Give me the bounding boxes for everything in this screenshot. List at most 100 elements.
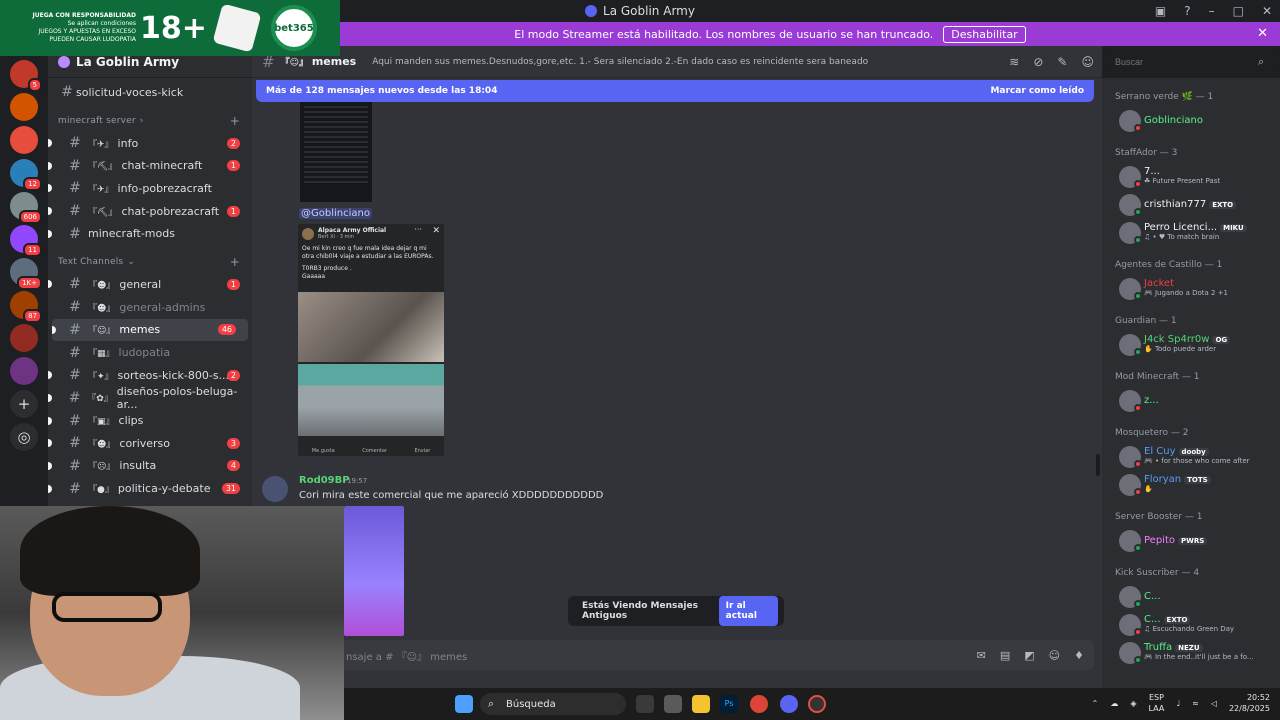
like-label: Me gusta <box>311 448 335 454</box>
channel-item[interactable]: # 『✿』 diseños-polos-beluga-ar... <box>48 384 252 411</box>
member-item[interactable]: J4ck Sp4rr0w OG ✋ Todo puede arder <box>1102 330 1280 358</box>
gif-icon[interactable]: ▤ <box>1000 649 1010 662</box>
member-item[interactable]: Pepito PWRS <box>1102 526 1280 554</box>
disable-streamer-button[interactable]: Deshabilitar <box>943 25 1026 43</box>
sticker-icon[interactable]: ◩ <box>1024 649 1034 662</box>
language-indicator[interactable]: ESP LAA <box>1149 692 1165 714</box>
volume-icon[interactable]: ◁ <box>1211 699 1217 708</box>
streamer-mode-banner: El modo Streamer está habilitado. Los no… <box>260 22 1280 46</box>
windows-start-icon[interactable] <box>455 695 473 713</box>
taskbar-search[interactable]: ⌕ Búsqueda <box>480 693 626 715</box>
channel-item[interactable]: # 『⛏』 chat-pobrezacraft 1 <box>48 200 252 223</box>
member-item[interactable]: C... EXTO ♫ Escuchando Green Day <box>1102 610 1280 638</box>
member-item[interactable]: Perro Licenci... MIKU ♫ • ♥ To match brain <box>1102 218 1280 246</box>
server-icon[interactable] <box>10 93 38 121</box>
user-mention[interactable]: @Goblinciano <box>299 208 372 219</box>
app-icon[interactable] <box>664 695 682 713</box>
message-composer[interactable]: nsaje a # 『☺』 memes ✉ ▤ ◩ ☺ ♦ <box>260 640 1094 670</box>
embedded-image-facebook-post[interactable]: Alpaca Army Official Bert Xi · 3 min ···… <box>298 224 444 456</box>
member-item[interactable]: z... <box>1102 386 1280 414</box>
category-minecraft-server[interactable]: minecraft server › + <box>48 110 252 132</box>
ad-line-4: PUEDEN CAUSAR LUDOPATIA <box>49 36 136 43</box>
channel-item[interactable]: # minecraft-mods <box>48 222 252 245</box>
member-item[interactable]: C... <box>1102 582 1280 610</box>
threads-icon[interactable]: ≋ <box>1009 55 1019 69</box>
clock[interactable]: 20:52 22/8/2025 <box>1229 692 1270 714</box>
member-name-row: C... <box>1144 582 1280 602</box>
member-item[interactable]: Floryan TOTS ✋ <box>1102 470 1280 498</box>
member-item[interactable]: cristhian777 EXTO <box>1102 190 1280 218</box>
notifications-muted-icon[interactable]: ⊘ <box>1033 55 1043 69</box>
member-item[interactable]: Truffa NEZU 🎮 In the end..it'll just be a … <box>1102 638 1280 666</box>
obs-icon[interactable] <box>808 695 826 713</box>
minimize-button[interactable]: – <box>1209 4 1215 18</box>
close-window-button[interactable]: ✕ <box>1262 4 1272 18</box>
security-icon[interactable]: ◈ <box>1130 699 1136 708</box>
member-item[interactable]: Jacket 🎮 Jugando a Dota 2 +1 <box>1102 274 1280 302</box>
category-text-channels[interactable]: Text Channels ⌄ + <box>48 251 252 273</box>
channel-item[interactable]: # 『✈』 info-pobrezacraft <box>48 177 252 200</box>
gift-icon[interactable]: ✉ <box>977 649 986 662</box>
channel-item[interactable]: # 『☺』 memes 46 <box>52 318 248 342</box>
file-explorer-icon[interactable] <box>692 695 710 713</box>
channel-prefix: 『✦』 <box>88 371 114 382</box>
server-icon[interactable] <box>10 357 38 385</box>
help-icon[interactable]: ? <box>1184 4 1190 18</box>
member-list-icon[interactable]: ☺ <box>1081 55 1094 69</box>
photoshop-icon[interactable]: Ps <box>720 695 738 713</box>
add-channel-icon[interactable]: + <box>230 114 240 128</box>
channel-name: diseños-polos-beluga-ar... <box>116 384 238 411</box>
wifi-icon[interactable]: ≈ <box>1192 699 1199 708</box>
close-banner-icon[interactable]: ✕ <box>1257 26 1268 41</box>
discord-icon[interactable] <box>780 695 798 713</box>
search-input[interactable] <box>1108 52 1276 72</box>
member-item[interactable]: El Cuy dooby 🎮 • for those who come after <box>1102 442 1280 470</box>
window-controls: ▣ ? – □ ✕ <box>1155 0 1272 22</box>
member-item[interactable]: Goblinciano <box>1102 106 1280 134</box>
server-icon[interactable]: 87 <box>10 291 42 323</box>
channel-item[interactable]: # 『☻』 coriverso 3 <box>48 432 252 455</box>
channel-item[interactable]: # 『▣』 clips <box>48 409 252 432</box>
channel-item[interactable]: # 『✈』 info 2 <box>48 132 252 155</box>
server-icon[interactable]: 12 <box>10 159 42 191</box>
pin-icon[interactable]: ✎ <box>1057 55 1067 69</box>
task-view-icon[interactable] <box>636 695 654 713</box>
chrome-icon[interactable] <box>750 695 768 713</box>
chat-scrollbar[interactable] <box>1096 454 1100 476</box>
chevron-up-icon[interactable]: ⌃ <box>1092 699 1099 708</box>
maximize-button[interactable]: □ <box>1233 4 1244 18</box>
channel-item[interactable]: # 『☻』 general-admins <box>48 296 252 319</box>
channel-item[interactable]: # 『✦』 sorteos-kick-800-s... 2 <box>48 364 252 387</box>
inbox-icon[interactable]: ▣ <box>1155 4 1166 18</box>
new-messages-bar[interactable]: Más de 128 mensajes nuevos desde las 18:… <box>256 80 1094 102</box>
channel-topic[interactable]: Aqui manden sus memes.Desnudos,gore,etc.… <box>372 57 892 67</box>
member-item[interactable]: 7... ☘ Future Present Past <box>1102 162 1280 190</box>
server-icon[interactable] <box>10 324 38 352</box>
channel-item[interactable]: # 『☹』 insulta 4 <box>48 455 252 478</box>
microphone-icon[interactable]: ♩ <box>1176 699 1180 708</box>
server-icon[interactable]: 5 <box>10 60 42 92</box>
server-icon[interactable] <box>10 126 38 154</box>
server-icon[interactable]: 1K+ <box>10 258 42 290</box>
channel-item[interactable]: # 『⛏』 chat-minecraft 1 <box>48 154 252 177</box>
jump-to-present-button[interactable]: Ir al actual <box>718 596 778 626</box>
channel-item[interactable]: # 『●』 politica-y-debate 31 <box>48 477 252 500</box>
activities-icon[interactable]: ♦ <box>1074 649 1084 662</box>
server-icon[interactable]: 606 <box>10 192 42 224</box>
emoji-icon[interactable]: ☺ <box>1049 649 1060 662</box>
channel-solicitud-voces-kick[interactable]: # solicitud-voces-kick <box>48 81 252 104</box>
message-author[interactable]: Rod09BP <box>299 475 350 486</box>
member-activity: ☘ Future Present Past <box>1144 177 1221 185</box>
channel-name: memes <box>119 323 161 337</box>
cloud-icon[interactable]: ☁ <box>1110 699 1118 708</box>
explore-servers-icon[interactable]: ◎ <box>10 423 38 451</box>
attachment-video[interactable] <box>344 506 404 636</box>
channel-item[interactable]: # 『▦』 ludopatia <box>48 341 252 364</box>
avatar[interactable] <box>262 476 288 502</box>
mark-read-button[interactable]: Marcar como leído <box>990 86 1084 96</box>
add-channel-icon[interactable]: + <box>230 255 240 269</box>
add-server-icon[interactable]: + <box>10 390 38 418</box>
attachment-image[interactable] <box>300 102 372 202</box>
channel-item[interactable]: # 『☻』 general 1 <box>48 273 252 296</box>
server-icon[interactable]: 11 <box>10 225 42 257</box>
